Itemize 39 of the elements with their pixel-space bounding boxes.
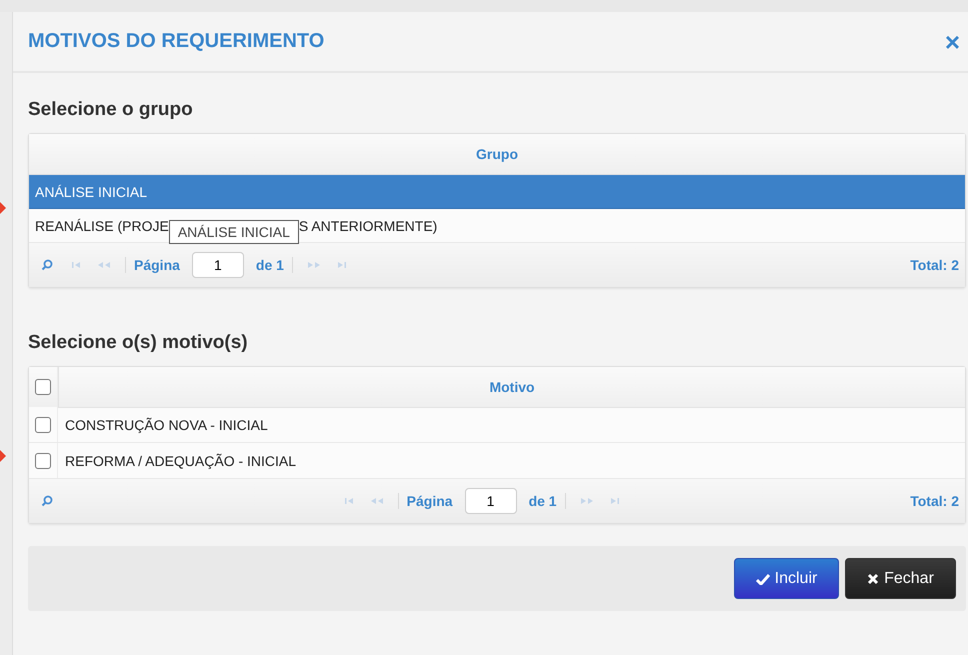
previous-page-icon[interactable]	[97, 261, 111, 269]
row-text: REANÁLISE (PROJE	[35, 218, 169, 234]
check-icon	[756, 572, 770, 584]
row-text: ANÁLISE INICIAL	[35, 184, 148, 200]
row-checkbox[interactable]	[35, 452, 51, 468]
column-header[interactable]: Motivo	[58, 367, 965, 408]
total-count: Total: 2	[910, 493, 959, 509]
table-row[interactable]: REANÁLISE (PROJE ANÁLISE INICIAL S ANTERIORMENTE)	[29, 209, 965, 243]
arrow-icon	[0, 202, 6, 214]
next-page-icon[interactable]	[580, 497, 594, 505]
page-count: de 1	[528, 493, 557, 509]
page-label: Página	[134, 257, 180, 273]
first-page-icon[interactable]	[344, 497, 356, 505]
arrow-icon	[0, 450, 6, 462]
select-all-checkbox[interactable]	[35, 379, 51, 395]
close-icon	[867, 572, 880, 584]
page-label: Página	[406, 493, 453, 509]
table-row[interactable]: ANÁLISE INICIAL	[29, 175, 965, 209]
first-page-icon[interactable]	[71, 261, 83, 269]
column-header[interactable]: Grupo	[29, 134, 965, 175]
dialog-title: MOTIVOS DO REQUERIMENTO	[28, 30, 324, 53]
tooltip: ANÁLISE INICIAL	[168, 220, 299, 244]
close-button[interactable]: Fechar	[845, 558, 956, 599]
section-heading: Selecione o(s) motivo(s)	[28, 332, 249, 354]
total-count: Total: 2	[910, 257, 959, 273]
page-input[interactable]: 1	[464, 488, 517, 514]
row-text: CONSTRUÇÃO NOVA - INICIAL	[64, 416, 268, 432]
close-button[interactable]: ×	[940, 28, 964, 54]
previous-page-icon[interactable]	[370, 497, 384, 505]
include-button[interactable]: Incluir	[734, 558, 839, 599]
search-icon[interactable]	[41, 495, 53, 507]
next-page-icon[interactable]	[306, 261, 321, 269]
row-text: S ANTERIORMENTE)	[298, 218, 438, 234]
page-count: de 1	[256, 257, 284, 273]
section-heading: Selecione o grupo	[28, 99, 194, 121]
search-icon[interactable]	[41, 259, 53, 271]
page-input[interactable]: 1	[192, 252, 244, 278]
row-text: REFORMA / ADEQUAÇÃO - INICIAL	[64, 452, 296, 468]
row-checkbox[interactable]	[35, 416, 51, 432]
